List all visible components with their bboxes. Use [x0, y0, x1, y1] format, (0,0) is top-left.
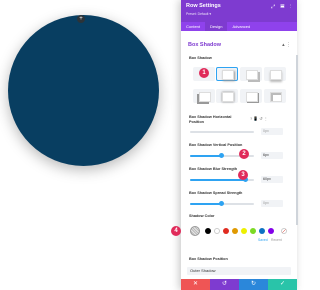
preset-2[interactable]	[240, 67, 262, 81]
vertical-slider-fill	[190, 155, 221, 157]
box-shadow-label: Box Shadow	[189, 56, 212, 60]
panel-scrollbar[interactable]	[296, 55, 298, 225]
spread-slider-knob[interactable]	[219, 201, 224, 206]
color-swatch-orange[interactable]	[232, 228, 238, 234]
step-badge-1: 1	[199, 68, 209, 78]
shadow-color-label: Shadow Color	[189, 214, 215, 218]
tab-design[interactable]: Design	[205, 22, 228, 31]
tab-content[interactable]: Content	[181, 22, 205, 31]
undo-button[interactable]: ↺	[210, 279, 239, 290]
spread-label: Box Shadow Spread Strength	[189, 191, 243, 195]
blur-value[interactable]: 60px	[261, 176, 283, 183]
color-swatch-purple[interactable]	[268, 228, 274, 234]
spread-value[interactable]: 0px	[261, 200, 283, 207]
position-select[interactable]: Outer Shadow	[187, 267, 291, 275]
preset-3[interactable]	[264, 67, 286, 81]
vertical-value[interactable]: 6px	[261, 152, 283, 159]
step-badge-4: 4	[171, 226, 181, 236]
horizontal-label: Box Shadow Horizontal Position	[189, 115, 232, 124]
vertical-label: Box Shadow Vertical Position	[189, 143, 243, 147]
blur-label: Box Shadow Blur Strength	[189, 167, 238, 171]
color-swatch-green[interactable]	[250, 228, 256, 234]
tab-bar: Content Design Advanced	[181, 22, 297, 31]
preset-7[interactable]	[264, 89, 286, 103]
spread-slider-fill	[190, 203, 221, 205]
horizontal-slider-track[interactable]	[190, 131, 254, 133]
color-swatch-yellow[interactable]	[241, 228, 247, 234]
tab-advanced[interactable]: Advanced	[227, 22, 255, 31]
color-swatch-red[interactable]	[223, 228, 229, 234]
preset-4[interactable]	[193, 89, 215, 103]
header-icons[interactable]: ⤢ ▤ ⋮	[271, 4, 293, 10]
panel-title: Row Settings	[186, 3, 221, 9]
section-header[interactable]: Box Shadow ▴ ⋮	[181, 39, 297, 53]
section-collapse-icon[interactable]: ▴ ⋮	[282, 42, 291, 48]
color-swatch-white[interactable]	[214, 228, 220, 234]
redo-button[interactable]: ↻	[239, 279, 268, 290]
clear-color-icon[interactable]	[281, 228, 287, 234]
color-swatch-black[interactable]	[205, 228, 211, 234]
circle-preview	[8, 15, 159, 166]
save-button[interactable]: ✓	[268, 279, 297, 290]
step-badge-2: 2	[239, 149, 249, 159]
recent-colors-tab[interactable]: Recent	[271, 238, 282, 242]
current-color-swatch[interactable]	[190, 226, 200, 236]
vertical-slider-knob[interactable]	[219, 153, 224, 158]
color-swatch-blue[interactable]	[259, 228, 265, 234]
row-add-icon[interactable]: +	[77, 15, 85, 23]
position-label: Box Shadow Position	[189, 257, 228, 261]
panel-footer: ✕ ↺ ↻ ✓	[181, 279, 297, 290]
preset-selector[interactable]: Preset: Default ▾	[186, 12, 211, 16]
step-badge-3: 3	[238, 170, 248, 180]
horizontal-value[interactable]: 0px	[261, 128, 283, 135]
responsive-icons[interactable]: ? 📱 ↺ ⋮	[250, 116, 268, 121]
section-title: Box Shadow	[188, 42, 222, 48]
saved-colors-tab[interactable]: Saved	[258, 238, 268, 242]
preset-1[interactable]	[216, 67, 238, 81]
panel-header: Row Settings Preset: Default ▾ ⤢ ▤ ⋮	[181, 0, 297, 22]
preset-5[interactable]	[216, 89, 238, 103]
blur-slider-fill	[190, 179, 245, 181]
cancel-button[interactable]: ✕	[181, 279, 210, 290]
preset-6[interactable]	[240, 89, 262, 103]
